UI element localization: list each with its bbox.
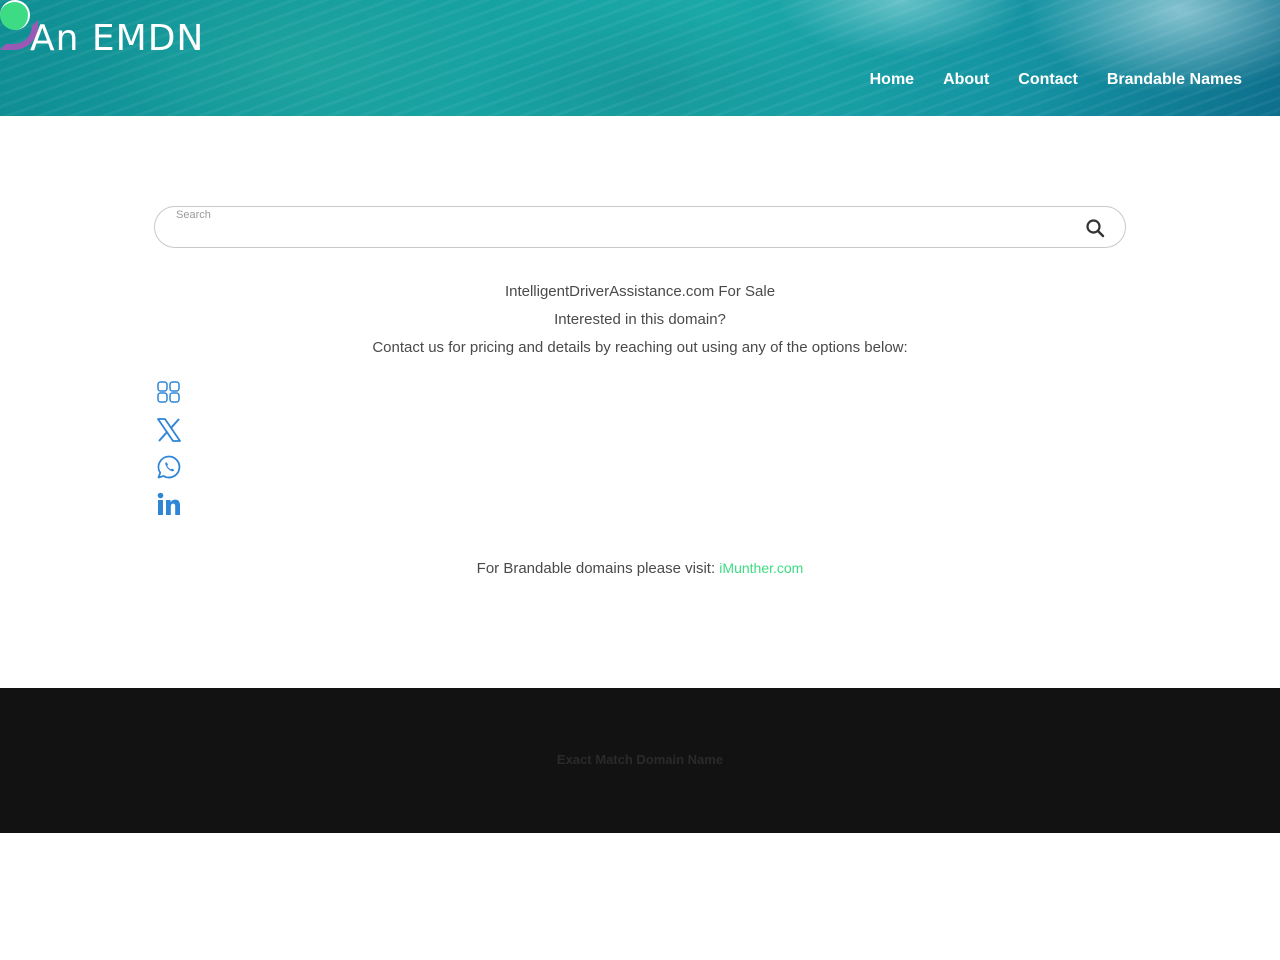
grid-icon[interactable] <box>156 380 182 406</box>
contact-cta: Contact us for pricing and details by re… <box>372 339 908 356</box>
x-icon[interactable] <box>156 417 182 443</box>
footer-text: Exact Match Domain Name <box>556 752 724 767</box>
search-input[interactable]: Search <box>154 206 1126 248</box>
search-placeholder: Search <box>176 209 211 221</box>
brandable-text: For Brandable domains please visit: <box>476 560 716 577</box>
nav-brandable-names[interactable]: Brandable Names <box>1107 71 1242 89</box>
brandable-notice: For Brandable domains please visit: iMun… <box>0 560 1280 577</box>
linkedin-icon[interactable] <box>156 491 182 517</box>
nav-contact[interactable]: Contact <box>1018 71 1078 89</box>
social-links <box>156 380 182 528</box>
site-title[interactable]: An EMDN <box>30 18 204 59</box>
nav-about[interactable]: About <box>943 71 989 89</box>
main-nav: Home About Contact Brandable Names <box>870 71 1242 89</box>
brandable-link[interactable]: iMunther.com <box>719 560 803 576</box>
nav-home[interactable]: Home <box>870 71 914 89</box>
footer: Exact Match Domain Name <box>0 688 1280 833</box>
interest-question: Interested in this domain? <box>554 311 726 328</box>
whatsapp-icon[interactable] <box>156 454 182 480</box>
search-icon[interactable] <box>1085 218 1105 238</box>
domain-headline: IntelligentDriverAssistance.com For Sale <box>504 283 776 300</box>
header-banner: An EMDN Home About Contact Brandable Nam… <box>0 0 1280 116</box>
